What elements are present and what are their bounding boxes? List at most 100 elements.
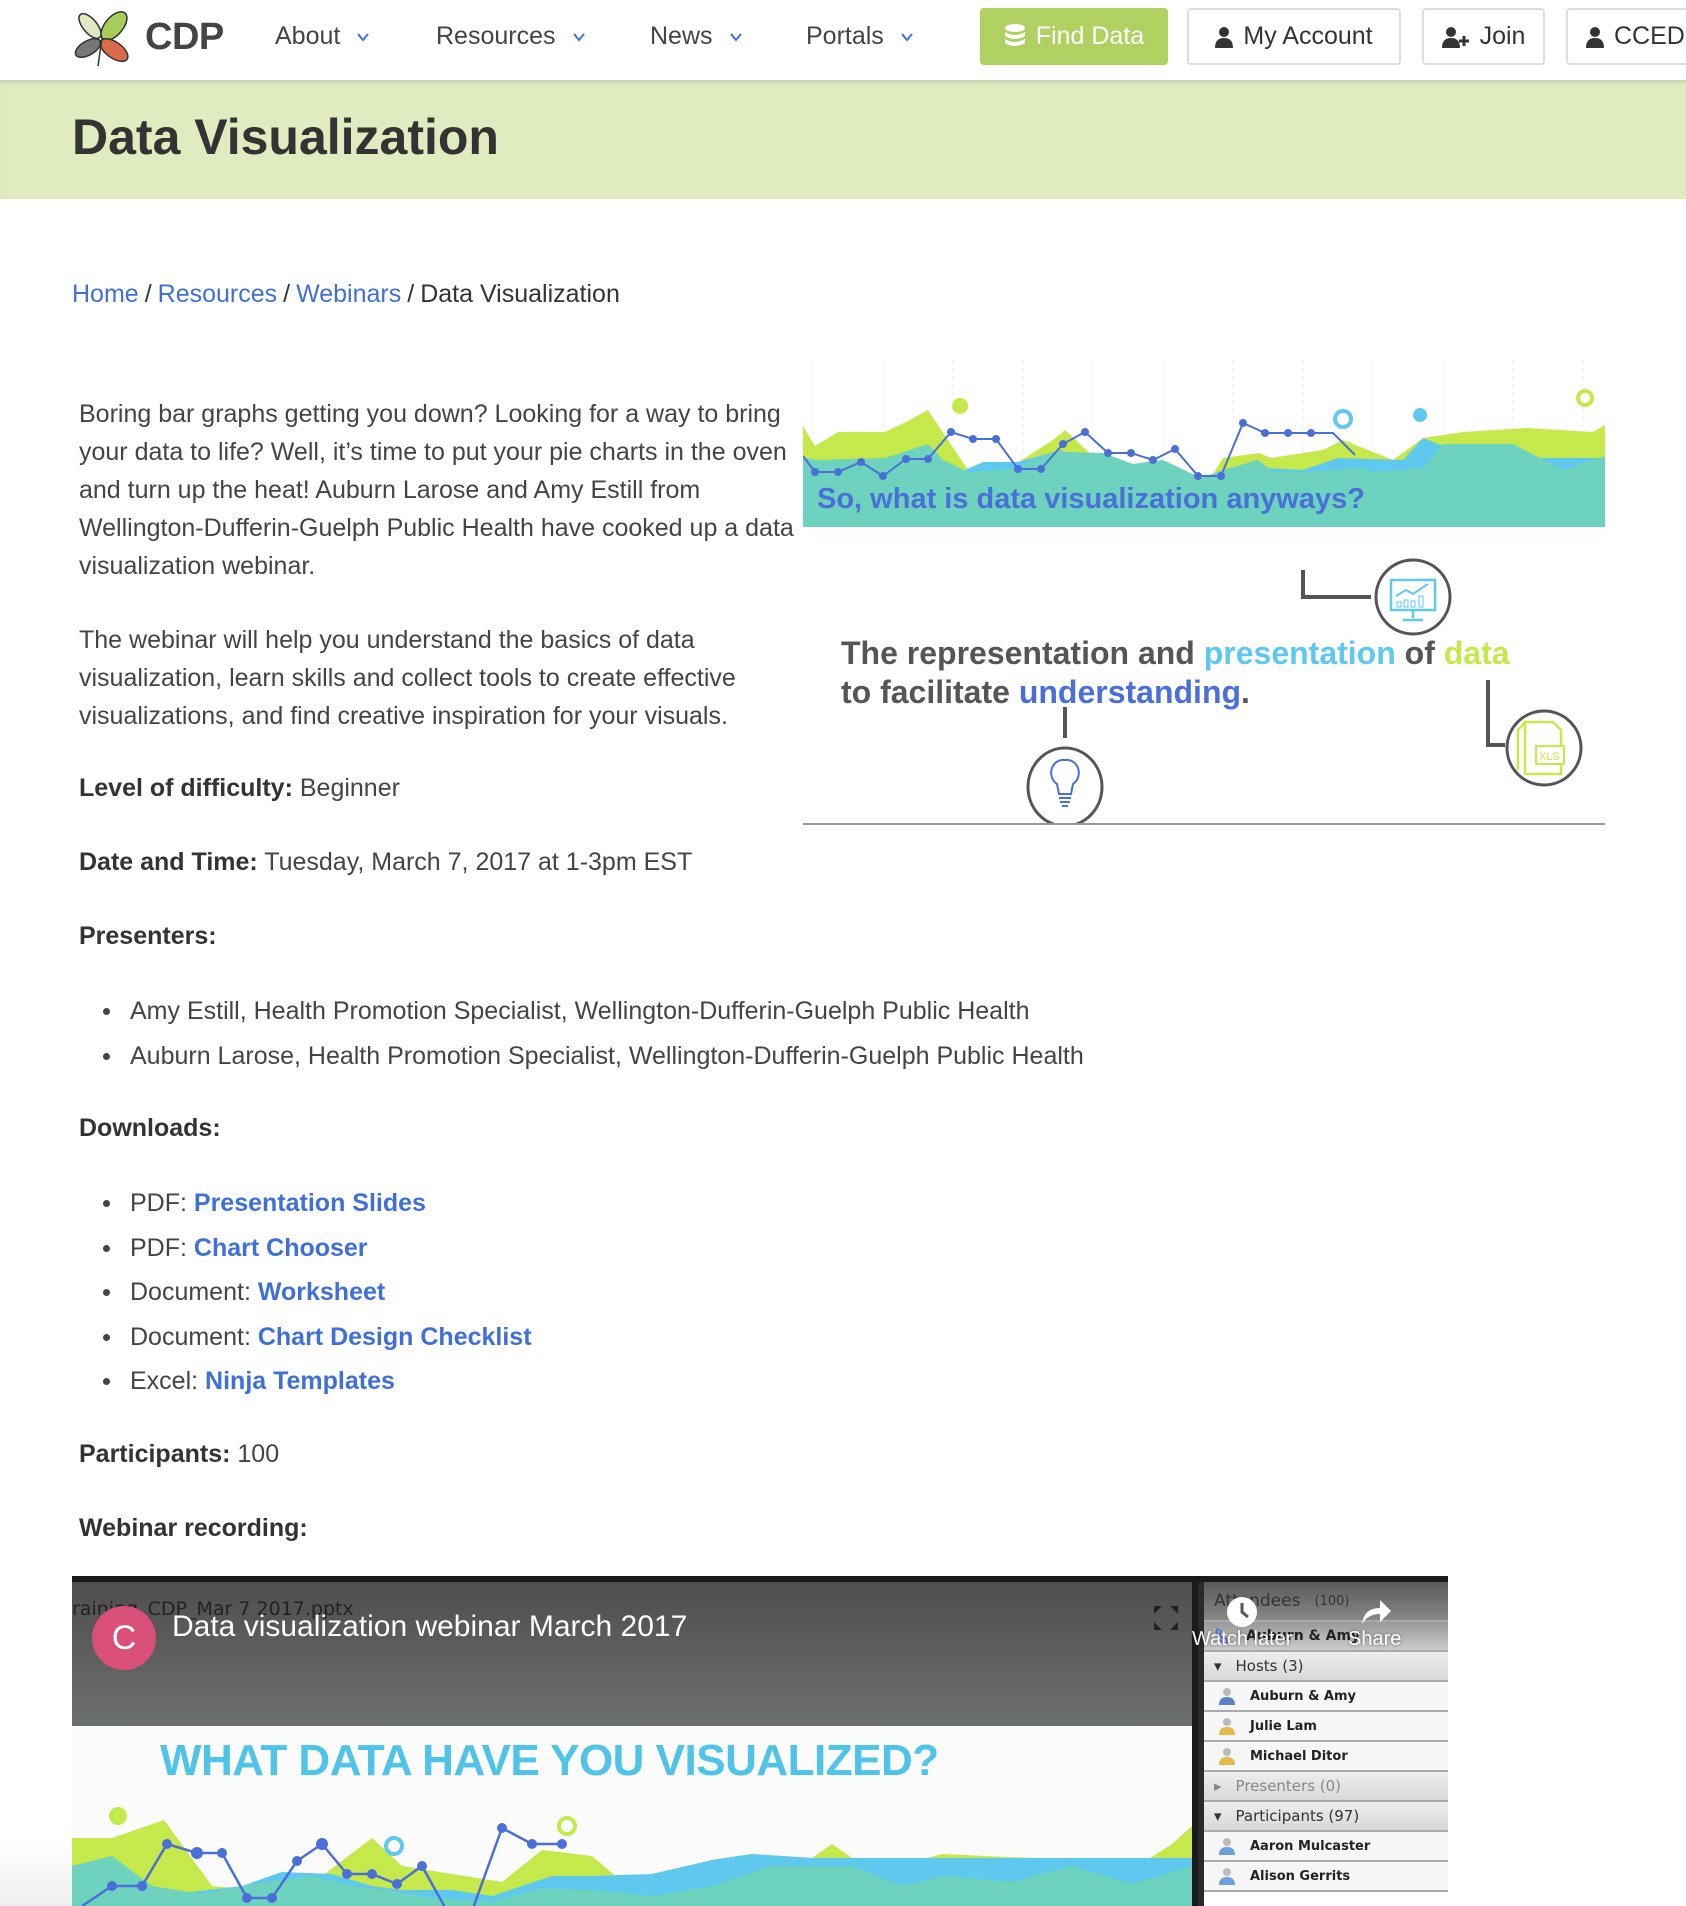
share-button[interactable]: Share bbox=[1348, 1596, 1401, 1651]
download-type: Document: bbox=[130, 1322, 251, 1351]
chevron-down-icon bbox=[572, 32, 585, 42]
data-visualization-infographic: So, what is data visualization anyways? … bbox=[803, 360, 1605, 825]
find-data-label: Find Data bbox=[1035, 22, 1145, 50]
infographic-heading: So, what is data visualization anyways? bbox=[817, 483, 1365, 515]
chevron-down-icon bbox=[901, 32, 913, 42]
chevron-down-icon bbox=[357, 32, 370, 42]
download-type: Document: bbox=[130, 1278, 251, 1306]
map-pin-icon bbox=[952, 398, 969, 415]
datetime-value: Tuesday, March 7, 2017 at 1-3pm EST bbox=[264, 848, 693, 876]
map-pin-icon bbox=[1333, 409, 1353, 429]
attendee-name: Aaron Mulcaster bbox=[1250, 1838, 1371, 1854]
participants-group: ▾ Participants (97) bbox=[1204, 1802, 1448, 1832]
channel-avatar[interactable]: C bbox=[92, 1606, 156, 1670]
monitor-chart-icon bbox=[1374, 558, 1452, 636]
page-header-banner: Data Visualization bbox=[0, 80, 1686, 199]
breadcrumb-resources[interactable]: Resources bbox=[158, 280, 278, 308]
attendee-row: Auburn & Amy bbox=[1204, 1682, 1448, 1712]
video-slide-content: WHAT DATA HAVE YOU VISUALIZED? bbox=[72, 1726, 1192, 1906]
xls-file-icon: XLS bbox=[1505, 709, 1583, 787]
downloads-heading: Downloads: bbox=[79, 1114, 221, 1143]
downloads-label: Downloads: bbox=[79, 1114, 221, 1142]
breadcrumb-current: Data Visualization bbox=[420, 280, 620, 308]
attendee-row: Aaron Mulcaster bbox=[1204, 1832, 1448, 1862]
datetime-label: Date and Time: bbox=[79, 848, 258, 876]
breadcrumb-separator: / bbox=[283, 280, 291, 308]
map-pin-icon bbox=[1576, 389, 1595, 407]
attendee-name: Alison Gerrits bbox=[1250, 1868, 1351, 1884]
page-bottom-shade bbox=[0, 1840, 72, 1906]
difficulty-field: Level of difficulty: Beginner bbox=[79, 774, 400, 803]
user-icon bbox=[1219, 1868, 1235, 1885]
difficulty-label: Level of difficulty: bbox=[79, 774, 293, 802]
webinar-video-player[interactable]: raining_CDP_Mar 7 2017.pptx C Data visua… bbox=[72, 1576, 1448, 1906]
my-account-label: My Account bbox=[1243, 22, 1373, 50]
cced-button[interactable]: CCED bbox=[1566, 8, 1686, 65]
definition-line-2: to facilitate understanding. bbox=[841, 674, 1250, 710]
nav-menu-label: Resources bbox=[436, 22, 556, 50]
download-type: PDF: bbox=[130, 1189, 187, 1217]
nav-menu-resources[interactable]: Resources bbox=[436, 22, 586, 51]
connector-line bbox=[1486, 680, 1505, 747]
nav-menu-portals[interactable]: Portals bbox=[806, 22, 914, 51]
presenters-list: Amy Estill, Health Promotion Specialist,… bbox=[103, 994, 1084, 1084]
user-icon bbox=[1586, 26, 1604, 48]
brand-name[interactable]: CDP bbox=[145, 16, 224, 59]
download-link-chart-chooser[interactable]: Chart Chooser bbox=[194, 1234, 368, 1262]
recording-label: Webinar recording: bbox=[79, 1514, 308, 1542]
attendee-name: Julie Lam bbox=[1250, 1718, 1317, 1734]
attendee-name: Michael Ditor bbox=[1250, 1748, 1348, 1764]
breadcrumb: Home / Resources / Webinars / Data Visualizati… bbox=[72, 280, 620, 309]
attendee-row: Julie Lam bbox=[1204, 1712, 1448, 1742]
presenters-group: ▸ Presenters (0) bbox=[1204, 1772, 1448, 1802]
attendees-count: (100) bbox=[1314, 1593, 1350, 1609]
nav-menu-about[interactable]: About bbox=[275, 22, 370, 51]
download-type: Excel: bbox=[130, 1367, 199, 1395]
user-icon bbox=[1215, 26, 1234, 48]
cdp-logo-icon[interactable] bbox=[72, 10, 134, 66]
participants-label: Participants: bbox=[79, 1440, 231, 1468]
video-title[interactable]: Data visualization webinar March 2017 bbox=[172, 1610, 687, 1644]
download-item: PDF: Chart Chooser bbox=[103, 1231, 532, 1276]
breadcrumb-home[interactable]: Home bbox=[72, 280, 139, 308]
cced-label: CCED bbox=[1614, 22, 1685, 50]
breadcrumb-separator: / bbox=[144, 280, 152, 308]
database-icon bbox=[1004, 23, 1025, 46]
download-link-ninja-templates[interactable]: Ninja Templates bbox=[205, 1367, 395, 1395]
recording-heading: Webinar recording: bbox=[79, 1514, 308, 1543]
fullscreen-icon[interactable] bbox=[1152, 1604, 1180, 1632]
participants-field: Participants: 100 bbox=[79, 1440, 279, 1469]
slide-chart-graphic bbox=[72, 1807, 1192, 1906]
presenter-item: Auburn Larose, Health Promotion Speciali… bbox=[103, 1039, 1084, 1084]
difficulty-value: Beginner bbox=[299, 774, 400, 802]
share-label: Share bbox=[1348, 1628, 1402, 1650]
datetime-field: Date and Time: Tuesday, March 7, 2017 at… bbox=[79, 848, 692, 877]
intro-text: Boring bar graphs getting you down? Look… bbox=[79, 395, 809, 735]
user-icon bbox=[1219, 1748, 1235, 1765]
download-item: Document: Worksheet bbox=[103, 1275, 532, 1320]
attendee-row: Alison Gerrits bbox=[1204, 1862, 1448, 1892]
my-account-button[interactable]: My Account bbox=[1187, 8, 1401, 65]
xls-label: XLS bbox=[1539, 751, 1560, 763]
find-data-button[interactable]: Find Data bbox=[980, 8, 1168, 65]
presenters-label: Presenters: bbox=[79, 922, 217, 950]
presenter-item: Amy Estill, Health Promotion Specialist,… bbox=[103, 994, 1084, 1039]
top-navbar: CDP About Resources News Portals Find Da… bbox=[0, 0, 1686, 80]
user-icon bbox=[1219, 1718, 1235, 1735]
definition-line-1: The representation and presentation of d… bbox=[841, 635, 1510, 671]
nav-menu-label: About bbox=[275, 22, 341, 50]
participants-group-label: Participants (97) bbox=[1235, 1807, 1360, 1825]
participants-value: 100 bbox=[237, 1440, 280, 1468]
download-link-worksheet[interactable]: Worksheet bbox=[258, 1278, 385, 1306]
breadcrumb-webinars[interactable]: Webinars bbox=[296, 280, 401, 308]
attendee-name: Auburn & Amy bbox=[1250, 1688, 1357, 1704]
join-button[interactable]: Join bbox=[1422, 8, 1545, 65]
watch-later-button[interactable]: Watch later bbox=[1192, 1596, 1292, 1651]
lightbulb-icon bbox=[1026, 746, 1104, 825]
presenters-group-label: Presenters (0) bbox=[1235, 1777, 1342, 1795]
download-item: Document: Chart Design Checklist bbox=[103, 1320, 532, 1365]
nav-menu-news[interactable]: News bbox=[650, 22, 743, 51]
intro-paragraph: Boring bar graphs getting you down? Look… bbox=[79, 400, 794, 580]
download-link-chart-design-checklist[interactable]: Chart Design Checklist bbox=[258, 1323, 532, 1351]
download-link-presentation-slides[interactable]: Presentation Slides bbox=[194, 1189, 426, 1217]
